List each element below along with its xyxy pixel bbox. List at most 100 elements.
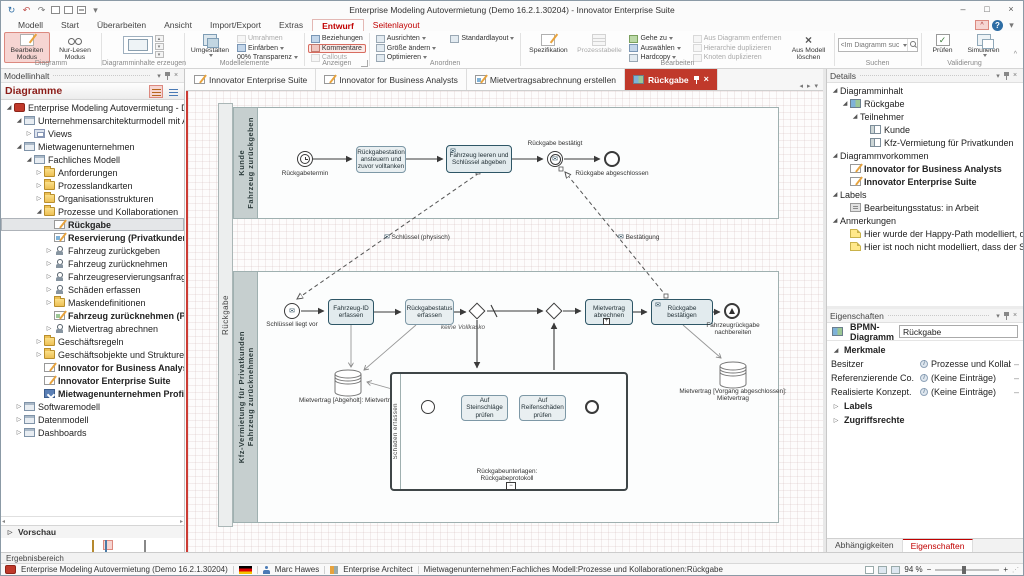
- panel-close-icon[interactable]: ×: [171, 72, 181, 79]
- prozesstabelle-button[interactable]: Prozesstabelle: [574, 32, 624, 55]
- expand-icon[interactable]: ▷: [34, 195, 44, 202]
- tree-item[interactable]: ▷Softwaremodell: [1, 400, 184, 413]
- sync-icon[interactable]: ↻: [6, 5, 17, 16]
- tree-item[interactable]: ▷Schäden erfassen: [1, 283, 184, 296]
- collapse-icon[interactable]: ◢: [830, 152, 840, 159]
- expand-icon[interactable]: ▷: [34, 351, 44, 358]
- ausrichten-button[interactable]: Ausrichten: [373, 34, 440, 44]
- pin-icon[interactable]: [164, 71, 171, 80]
- property-row[interactable]: Besitzer i Prozesse und Kollaborationen …: [827, 357, 1023, 371]
- expand-icon[interactable]: ▷: [34, 169, 44, 176]
- tree-item[interactable]: Bearbeitungsstatus: in Arbeit: [827, 201, 1023, 214]
- simulieren-button[interactable]: Simulieren: [963, 32, 1005, 58]
- expand-icon[interactable]: ▷: [831, 403, 841, 410]
- tree-item[interactable]: Kfz-Vermietung für Privatkunden: [827, 136, 1023, 149]
- tab-abhaengigkeiten[interactable]: Abhängigkeiten: [827, 539, 903, 552]
- tree-item[interactable]: Fahrzeug zurücknehmen (Prozesskostensich…: [1, 309, 184, 322]
- tree-item[interactable]: ▷Anforderungen: [1, 166, 184, 179]
- tree-item[interactable]: ◢Labels: [827, 188, 1023, 201]
- panel-close-icon[interactable]: ×: [1010, 72, 1020, 79]
- groesse-aendern-button[interactable]: Größe ändern: [373, 44, 440, 54]
- tabs-list-icon[interactable]: ▾: [814, 82, 818, 90]
- tree-item[interactable]: Rückgabe: [1, 218, 184, 231]
- shape-spinner[interactable]: ▴▾▾: [155, 35, 164, 58]
- expand-icon[interactable]: ▷: [14, 403, 24, 410]
- zoom-slider-thumb[interactable]: [962, 566, 966, 574]
- task-reifenschaeden[interactable]: Auf Reifenschäden prüfen: [519, 395, 566, 421]
- maximize-button[interactable]: □: [975, 2, 999, 18]
- subprocess-plus-icon[interactable]: +: [603, 318, 610, 325]
- expand-icon[interactable]: ▷: [44, 247, 54, 254]
- tree-item[interactable]: Innovator Enterprise Suite: [827, 175, 1023, 188]
- element-name-input[interactable]: [899, 325, 1018, 338]
- tree-item[interactable]: ◢Diagramminhalt: [827, 84, 1023, 97]
- tree-item[interactable]: Hier wurde der Happy-Path modelliert, d.…: [827, 227, 1023, 240]
- tree-item[interactable]: Kunde: [827, 123, 1023, 136]
- more-button[interactable]: –: [1014, 387, 1019, 397]
- gehe-zu-button[interactable]: Gehe zu: [626, 34, 683, 44]
- property-row[interactable]: Realisierte Konzept. i (Keine Einträge) …: [827, 385, 1023, 399]
- search-icon[interactable]: [907, 39, 917, 51]
- fit-diagram-icon[interactable]: [891, 566, 900, 574]
- expand-icon[interactable]: ▷: [34, 182, 44, 189]
- collapse-icon[interactable]: ◢: [14, 117, 24, 124]
- einfaerben-button[interactable]: Einfärben: [234, 44, 301, 54]
- auswaehlen-button[interactable]: Auswählen: [626, 44, 683, 54]
- diagrams-browser-icon[interactable]: [103, 540, 113, 550]
- section-merkmale[interactable]: ◢ Merkmale: [827, 343, 1023, 357]
- help-dropdown-icon[interactable]: ▾: [1006, 20, 1017, 31]
- create-shape-button[interactable]: [123, 36, 153, 54]
- beziehungen-button[interactable]: Beziehungen: [308, 34, 366, 44]
- collapse-icon[interactable]: ◢: [14, 143, 24, 150]
- tree-item[interactable]: ◢Rückgabe: [827, 97, 1023, 110]
- user-browser-icon[interactable]: [168, 540, 178, 550]
- expand-icon[interactable]: ▷: [44, 273, 54, 280]
- tab-eigenschaften[interactable]: Eigenschaften: [903, 539, 974, 552]
- more-button[interactable]: –: [1014, 373, 1019, 383]
- elements-browser-icon[interactable]: [116, 540, 126, 550]
- zoom-select-icon[interactable]: [878, 566, 887, 574]
- expand-icon[interactable]: ▷: [831, 417, 841, 424]
- overview-icon[interactable]: [865, 566, 874, 574]
- panel-close-icon[interactable]: ×: [1010, 312, 1020, 319]
- pruefen-button[interactable]: ✓ Prüfen: [925, 32, 961, 55]
- more-button[interactable]: –: [1014, 359, 1019, 369]
- paste-icon[interactable]: [64, 6, 73, 14]
- scroll-left-icon[interactable]: ◂: [2, 518, 5, 525]
- start-event-schluessel[interactable]: ✉: [284, 303, 300, 319]
- expand-icon[interactable]: ▷: [34, 338, 44, 345]
- aus-diagramm-entfernen-button[interactable]: Aus Diagramm entfernen: [690, 34, 785, 44]
- minimize-button[interactable]: –: [951, 2, 975, 18]
- collapse-subprocess-icon[interactable]: −: [506, 482, 516, 490]
- doc-tab-innovator-for-business-analysts[interactable]: Innovator for Business Analysts: [316, 69, 467, 90]
- mail-browser-icon[interactable]: [142, 540, 152, 550]
- tree-item[interactable]: ◢Fachliches Modell: [1, 153, 184, 166]
- tab-pin-icon[interactable]: [693, 75, 700, 84]
- collapse-icon[interactable]: ◢: [830, 87, 840, 94]
- tools-browser-icon[interactable]: [155, 540, 165, 550]
- panel-menu-icon[interactable]: ▾: [154, 72, 164, 80]
- tree-item[interactable]: ▷Fahrzeugreservierungsanfrage: [1, 270, 184, 283]
- diagram-search-combo[interactable]: [838, 38, 918, 52]
- close-button[interactable]: ×: [999, 2, 1023, 18]
- tree-item[interactable]: ▷Datenmodell: [1, 413, 184, 426]
- tree-item[interactable]: Innovator for Business Analysts: [827, 162, 1023, 175]
- standardlayout-button[interactable]: Standardlayout: [447, 34, 517, 44]
- tabs-scroll-left-icon[interactable]: ◂: [799, 82, 803, 90]
- tree-item[interactable]: ◢Teilnehmer: [827, 110, 1023, 123]
- expand-icon[interactable]: ▷: [14, 416, 24, 423]
- kommentare-button[interactable]: Kommentare: [308, 44, 366, 54]
- panel-menu-icon[interactable]: ▾: [993, 72, 1003, 80]
- tree-item[interactable]: ◢Mietwagenunternehmen: [1, 140, 184, 153]
- ribbon-tab-entwurf[interactable]: Entwurf: [312, 19, 364, 31]
- sequence-flows[interactable]: [301, 159, 720, 408]
- doc-tab-innovator-enterprise-suite[interactable]: Innovator Enterprise Suite: [186, 69, 316, 90]
- spezifikation-button[interactable]: Spezifikation: [524, 32, 572, 55]
- tree-item[interactable]: Innovator for Business Analysts: [1, 361, 184, 374]
- expand-icon[interactable]: ▷: [14, 429, 24, 436]
- zoom-in-icon[interactable]: +: [1003, 565, 1008, 574]
- tree-item[interactable]: Hier ist noch nicht modelliert, dass der…: [827, 240, 1023, 253]
- task-rueckgabestation[interactable]: Rückgabestation ansteuern und zuvor voll…: [356, 146, 406, 173]
- tree-item[interactable]: ▷Fahrzeug zurückgeben: [1, 244, 184, 257]
- tree-item[interactable]: ▷Geschäftsregeln: [1, 335, 184, 348]
